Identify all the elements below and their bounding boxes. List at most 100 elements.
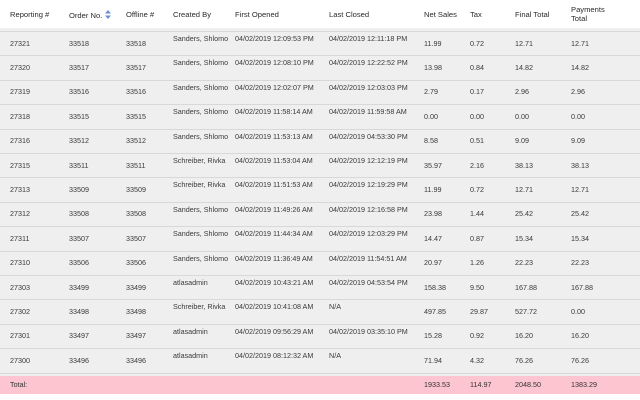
cell-offline: 33508 [126, 209, 146, 219]
cell-created: Sanders, Shlomo [173, 229, 229, 239]
table-row[interactable]: 27320 33517 33517 Sanders, Shlomo 04/02/2019… [0, 56, 640, 81]
cell-last: 04/02/2019 12:22:52 PM [329, 58, 408, 68]
cell-final: 16.20 [515, 331, 533, 341]
table-row[interactable]: 27300 33496 33496 atlasadmin 04/02/2019 08:1… [0, 349, 640, 374]
cell-first: 04/02/2019 10:41:08 AM [235, 302, 314, 312]
table-row[interactable]: 27313 33509 33509 Schreiber, Rivka 04/02/201… [0, 178, 640, 203]
col-header-net-sales[interactable]: Net Sales [424, 10, 457, 19]
cell-net: 11.99 [424, 38, 442, 48]
cell-order: 33515 [69, 111, 89, 121]
cell-net: 2.79 [424, 87, 438, 97]
col-header-first-opened[interactable]: First Opened [235, 10, 279, 19]
cell-last: 04/02/2019 04:53:54 PM [329, 278, 408, 287]
cell-offline: 33506 [126, 258, 146, 268]
cell-order: 33506 [69, 258, 89, 268]
cell-offline: 33497 [126, 331, 146, 341]
cell-offline: 33516 [126, 87, 146, 97]
cell-tax: 2.16 [470, 160, 484, 170]
totals-label: Total: [10, 380, 28, 389]
table-row[interactable]: 27321 33518 33518 Sanders, Shlomo 04/02/2019… [0, 32, 640, 57]
cell-first: 04/02/2019 11:53:13 AM [235, 131, 313, 141]
cell-order: 33508 [69, 209, 89, 219]
cell-tax: 9.50 [470, 282, 484, 292]
table-row[interactable]: 27315 33511 33511 Schreiber, Rivka 04/02/201… [0, 154, 640, 179]
table-row[interactable]: 27310 33506 33506 Sanders, Shlomo 04/02/2019… [0, 252, 640, 276]
cell-first: 04/02/2019 11:53:04 AM [235, 156, 313, 165]
cell-offline: 33507 [126, 233, 146, 243]
cell-first: 04/02/2019 12:09:53 PM [235, 34, 314, 43]
cell-final: 9.09 [515, 136, 529, 146]
totals-final-total: 2048.50 [515, 380, 541, 389]
cell-first: 04/02/2019 11:44:34 AM [235, 229, 313, 239]
cell-offline: 33515 [126, 111, 146, 121]
table-row[interactable]: 27303 33499 33499 atlasadmin 04/02/2019 10:4… [0, 276, 640, 301]
table-row[interactable]: 27301 33497 33497 atlasadmin 04/02/2019 09:5… [0, 325, 640, 350]
col-header-reporting[interactable]: Reporting # [10, 10, 49, 19]
cell-offline: 33509 [126, 184, 146, 194]
cell-final: 14.82 [515, 62, 533, 72]
cell-final: 12.71 [515, 184, 533, 194]
totals-row: Total: 1933.53 114.97 2048.50 1383.29 [0, 376, 640, 394]
col-header-final-total[interactable]: Final Total [515, 10, 549, 19]
page-bottom [0, 394, 640, 400]
cell-order: 33518 [69, 38, 89, 48]
table-row[interactable]: 27316 33512 33512 Sanders, Shlomo 04/02/2019… [0, 130, 640, 154]
cell-pay: 16.20 [571, 331, 589, 341]
cell-tax: 0.51 [470, 136, 484, 146]
col-header-tax[interactable]: Tax [470, 10, 482, 19]
cell-pay: 14.82 [571, 62, 589, 72]
cell-net: 8.58 [424, 136, 438, 146]
cell-order: 33507 [69, 233, 89, 243]
cell-net: 23.98 [424, 209, 442, 219]
col-header-offline[interactable]: Offline # [126, 10, 154, 19]
table-body: 27321 33518 33518 Sanders, Shlomo 04/02/2019… [0, 28, 640, 376]
cell-tax: 0.92 [470, 331, 484, 341]
col-header-created-by[interactable]: Created By [173, 10, 211, 19]
cell-tax: 0.84 [470, 62, 484, 72]
cell-net: 158.38 [424, 282, 446, 292]
cell-rep: 27300 [10, 355, 30, 365]
cell-last: N/A [329, 351, 341, 361]
cell-net: 14.47 [424, 233, 442, 243]
cell-first: 04/02/2019 10:43:21 AM [235, 278, 314, 287]
cell-order: 33512 [69, 136, 89, 146]
col-header-payments-total[interactable]: Payments Total [571, 5, 615, 23]
table-row[interactable]: 27302 33498 33498 Schreiber, Rivka 04/02/201… [0, 300, 640, 325]
cell-final: 167.88 [515, 282, 537, 292]
cell-net: 20.97 [424, 258, 442, 268]
cell-rep: 27301 [10, 331, 30, 341]
totals-tax: 114.97 [470, 380, 492, 389]
cell-order: 33496 [69, 355, 89, 365]
col-header-order-no[interactable]: Order No. [69, 10, 112, 21]
cell-created: Schreiber, Rivka [173, 180, 226, 190]
cell-pay: 12.71 [571, 184, 589, 194]
table-row[interactable]: 27312 33508 33508 Sanders, Shlomo 04/02/2019… [0, 203, 640, 228]
cell-first: 04/02/2019 08:12:32 AM [235, 351, 314, 361]
cell-first: 04/02/2019 12:02:07 PM [235, 82, 314, 92]
table-row[interactable]: 27311 33507 33507 Sanders, Shlomo 04/02/2019… [0, 227, 640, 252]
cell-last: 04/02/2019 03:35:10 PM [329, 326, 408, 336]
cell-rep: 27302 [10, 306, 30, 316]
table-row[interactable]: 27319 33516 33516 Sanders, Shlomo 04/02/2019… [0, 81, 640, 106]
sort-arrows-icon[interactable] [105, 10, 112, 21]
cell-rep: 27303 [10, 282, 30, 292]
cell-pay: 0.00 [571, 306, 585, 316]
cell-pay: 0.00 [571, 111, 585, 121]
cell-last: 04/02/2019 12:16:58 PM [329, 204, 408, 214]
cell-tax: 1.26 [470, 258, 484, 268]
cell-net: 13.98 [424, 62, 442, 72]
cell-last: 04/02/2019 12:12:19 PM [329, 156, 408, 165]
cell-pay: 22.23 [571, 258, 589, 268]
table-row[interactable]: 27318 33515 33515 Sanders, Shlomo 04/02/2019… [0, 105, 640, 130]
cell-pay: 25.42 [571, 209, 589, 219]
cell-offline: 33496 [126, 355, 146, 365]
cell-rep: 27318 [10, 111, 30, 121]
cell-pay: 2.96 [571, 87, 585, 97]
cell-created: atlasadmin [173, 326, 208, 336]
cell-pay: 9.09 [571, 136, 585, 146]
cell-last: 04/02/2019 12:19:29 PM [329, 180, 408, 190]
cell-order: 33509 [69, 184, 89, 194]
cell-first: 04/02/2019 09:56:29 AM [235, 326, 314, 336]
cell-pay: 38.13 [571, 160, 589, 170]
col-header-last-closed[interactable]: Last Closed [329, 10, 369, 19]
